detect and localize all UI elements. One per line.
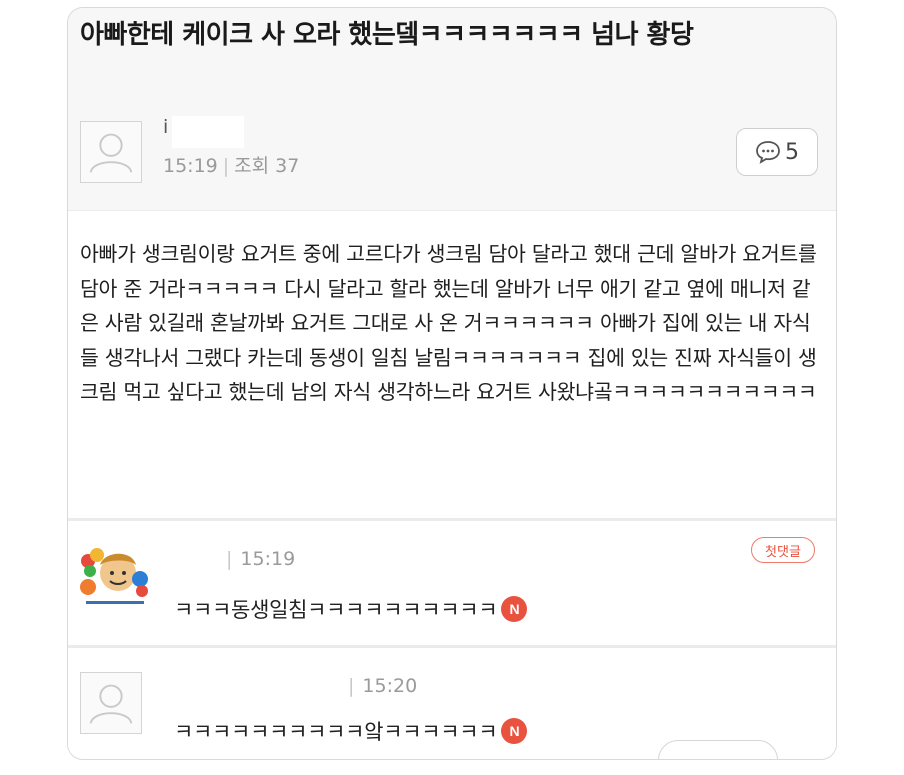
commenter-name-redaction[interactable] (164, 537, 214, 577)
comment-item: | 15:19 첫댓글 ㅋㅋㅋ동생일침ㅋㅋㅋㅋㅋㅋㅋㅋㅋㅋ N (68, 521, 836, 645)
post-body: 아빠가 생크림이랑 요거트 중에 고르다가 생크림 담아 달라고 했대 근데 알… (68, 211, 836, 518)
post-card: 아빠한테 케이크 사 오라 했는뎈ㅋㅋㅋㅋㅋㅋㅋ 넘나 황당 i 15:19 | 조… (67, 7, 837, 760)
comment-meta: | 15:20 (348, 675, 418, 697)
comment-text-content: ㅋㅋㅋㅋㅋㅋㅋㅋㅋㅋ앜ㅋㅋㅋㅋㅋㅋ (174, 720, 498, 744)
post-body-text: 아빠가 생크림이랑 요거트 중에 고르다가 생크림 담아 달라고 했대 근데 알… (80, 242, 817, 404)
comment-text: ㅋㅋㅋㅋㅋㅋㅋㅋㅋㅋ앜ㅋㅋㅋㅋㅋㅋ N (174, 716, 528, 746)
comment-text: ㅋㅋㅋ동생일침ㅋㅋㅋㅋㅋㅋㅋㅋㅋㅋ N (174, 594, 528, 624)
default-avatar-icon[interactable] (80, 121, 142, 183)
comment-item: | 15:20 ㅋㅋㅋㅋㅋㅋㅋㅋㅋㅋ앜ㅋㅋㅋㅋㅋㅋ N (68, 648, 836, 759)
post-time: 15:19 (163, 155, 218, 177)
comment-count: 5 (785, 139, 799, 165)
default-avatar-icon[interactable] (80, 672, 142, 734)
new-badge: N (501, 718, 528, 744)
post-meta: 15:19 | 조회 37 (163, 155, 300, 177)
speech-bubble-icon (755, 140, 781, 164)
new-badge: N (501, 596, 528, 622)
post-views: 조회 37 (234, 155, 300, 177)
floating-button[interactable] (658, 740, 778, 759)
comment-time: 15:19 (240, 548, 296, 570)
post-title: 아빠한테 케이크 사 오라 했는뎈ㅋㅋㅋㅋㅋㅋㅋ 넘나 황당 (80, 20, 694, 50)
comment-time: 15:20 (362, 675, 418, 697)
commenter-name-redaction[interactable] (160, 670, 338, 706)
comment-meta: | 15:19 (226, 548, 296, 570)
author-name-redaction (172, 116, 244, 148)
author-name[interactable]: i (163, 116, 168, 138)
first-comment-badge: 첫댓글 (751, 537, 815, 563)
commenter-avatar[interactable] (80, 543, 150, 613)
comment-text-content: ㅋㅋㅋ동생일침ㅋㅋㅋㅋㅋㅋㅋㅋㅋㅋ (174, 598, 498, 622)
post-header: 아빠한테 케이크 사 오라 했는뎈ㅋㅋㅋㅋㅋㅋㅋ 넘나 황당 i 15:19 | 조… (68, 8, 836, 210)
comment-count-button[interactable]: 5 (736, 128, 818, 176)
